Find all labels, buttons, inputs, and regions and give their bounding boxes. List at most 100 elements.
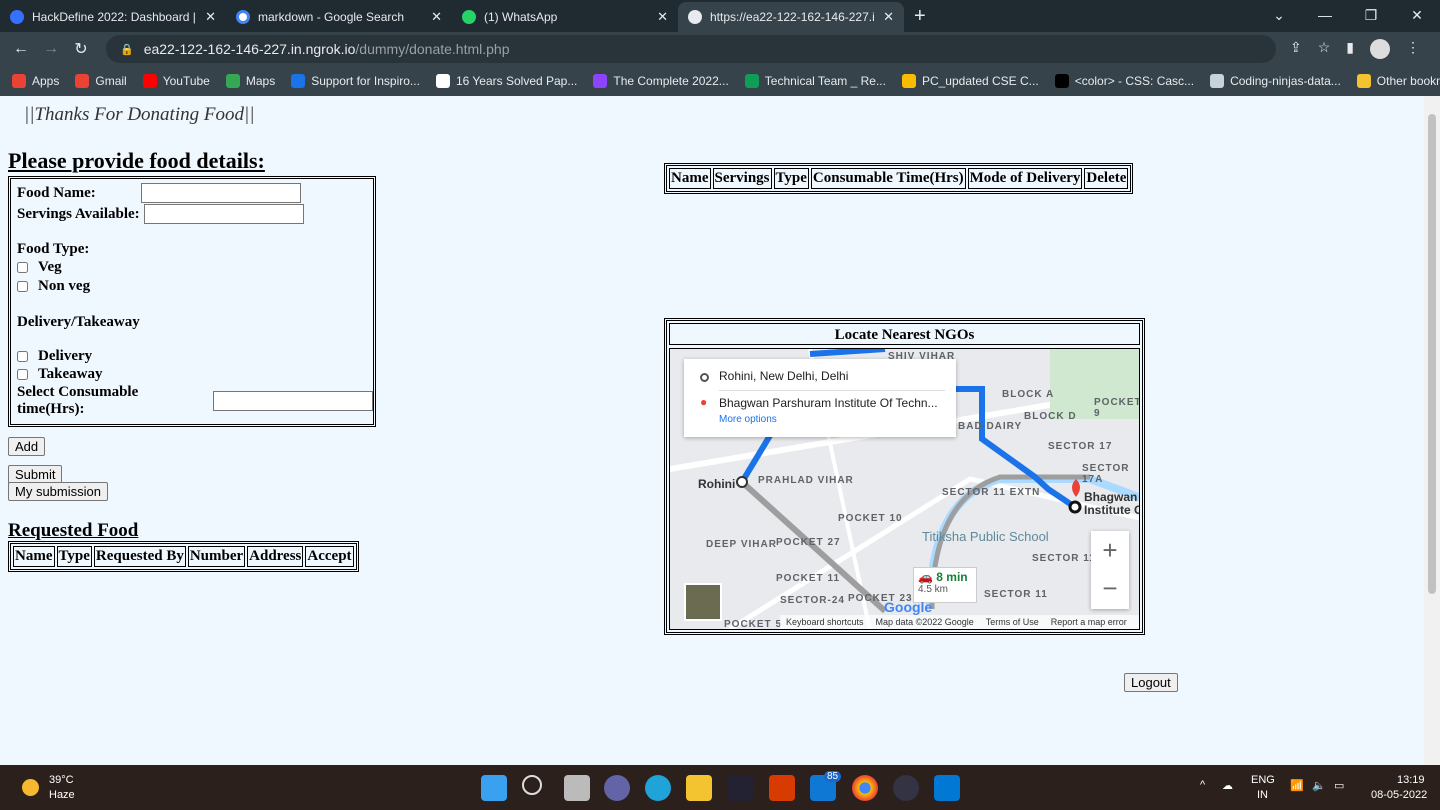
office-icon[interactable]	[769, 775, 795, 801]
tab-whatsapp[interactable]: (1) WhatsApp ✕	[452, 2, 678, 32]
more-options-link[interactable]: More options	[719, 414, 777, 425]
tab-google-search[interactable]: markdown - Google Search ✕	[226, 2, 452, 32]
bookmark-icon	[435, 74, 450, 88]
battery-icon[interactable]: ▭	[1334, 779, 1344, 792]
clock-date[interactable]: 08-05-2022	[1371, 789, 1427, 801]
bookmark-item[interactable]: YouTube	[142, 74, 210, 88]
tray-chevron-icon[interactable]: ^	[1200, 779, 1205, 791]
tab-search-icon[interactable]: ⌄	[1256, 0, 1302, 30]
takeaway-checkbox[interactable]	[17, 369, 28, 380]
tab-donate[interactable]: https://ea22-122-162-146-227.in ✕	[678, 2, 904, 32]
column-header: Delete	[1084, 168, 1129, 189]
chrome-icon[interactable]	[852, 775, 878, 801]
address-bar[interactable]: 🔒 ea22-122-162-146-227.in.ngrok.io/dummy/…	[106, 35, 1276, 63]
map-data-text: Map data ©2022 Google	[875, 617, 974, 627]
teams-icon[interactable]	[604, 775, 630, 801]
bookmark-item[interactable]: Apps	[12, 74, 59, 88]
tab-hackdefine[interactable]: HackDefine 2022: Dashboard | De ✕	[0, 2, 226, 32]
start-icon[interactable]	[481, 775, 507, 801]
bookmark-item[interactable]: The Complete 2022...	[593, 74, 729, 88]
bookmark-item[interactable]: Support for Inspiro...	[291, 74, 420, 88]
map-label: POCKET 10	[838, 513, 903, 524]
avatar[interactable]	[1370, 39, 1391, 59]
restore-button[interactable]: ❐	[1348, 0, 1394, 30]
bookmark-label: Support for Inspiro...	[311, 74, 420, 88]
terms-link[interactable]: Terms of Use	[986, 617, 1039, 627]
bookmark-item[interactable]: PC_updated CSE C...	[901, 74, 1039, 88]
consumable-label: Select Consumable time(Hrs):	[17, 384, 139, 417]
volume-icon[interactable]: 🔈	[1312, 779, 1326, 792]
tab-title: HackDefine 2022: Dashboard | De	[32, 10, 198, 24]
google-map[interactable]: SHIV VIHAR PRAHLAD VIHAR POCKET 10 DEEP …	[669, 348, 1140, 630]
bookmark-item[interactable]: Coding-ninjas-data...	[1210, 74, 1341, 88]
wifi-icon[interactable]: 📶	[1290, 779, 1304, 792]
food-form: Food Name: Servings Available: Food Type…	[8, 176, 376, 427]
map-label: POCKET 11	[776, 573, 841, 584]
scrollbar-thumb[interactable]	[1428, 114, 1436, 594]
file-explorer-icon[interactable]	[686, 775, 712, 801]
bookmark-item[interactable]: 16 Years Solved Pap...	[435, 74, 577, 88]
nonveg-checkbox[interactable]	[17, 281, 28, 292]
map-label: BLOCK D	[1024, 411, 1077, 422]
close-icon[interactable]: ✕	[205, 9, 216, 25]
consumable-input[interactable]	[213, 391, 373, 411]
zoom-in-button[interactable]: +	[1091, 531, 1129, 570]
column-header: Type	[56, 546, 92, 567]
share-icon[interactable]: ⇪	[1290, 39, 1302, 59]
zoom-out-button[interactable]: −	[1091, 570, 1129, 609]
column-header: Servings	[712, 168, 772, 189]
search-icon[interactable]	[522, 775, 542, 795]
bookmark-item[interactable]: Gmail	[75, 74, 127, 88]
other-bookmarks[interactable]: Other bookmarks	[1356, 74, 1440, 88]
menu-icon[interactable]: ⋮	[1406, 39, 1420, 59]
close-icon[interactable]: ✕	[431, 9, 442, 25]
mysql-icon[interactable]	[728, 775, 754, 801]
reload-icon[interactable]: ↻	[66, 39, 96, 59]
sidepanel-icon[interactable]: ▮	[1346, 39, 1354, 59]
cloud-icon[interactable]: ☁	[1222, 779, 1233, 792]
new-tab-button[interactable]: +	[914, 5, 926, 28]
browser-toolbar: ← → ↻ 🔒 ea22-122-162-146-227.in.ngrok.io/…	[0, 32, 1440, 66]
whatsapp-icon	[462, 10, 476, 24]
map-footer: Keyboard shortcuts Map data ©2022 Google…	[780, 615, 1139, 629]
column-header: Accept	[305, 546, 354, 567]
scrollbar[interactable]	[1424, 96, 1440, 765]
close-icon[interactable]: ✕	[657, 9, 668, 25]
logout-button[interactable]: Logout	[1124, 673, 1178, 692]
map-label: POCKET 5	[724, 619, 783, 630]
minimize-button[interactable]: —	[1302, 0, 1348, 30]
satellite-toggle[interactable]	[684, 583, 722, 621]
close-icon[interactable]: ✕	[883, 9, 894, 25]
my-submission-button[interactable]: My submission	[8, 482, 108, 501]
star-icon[interactable]: ☆	[1318, 39, 1331, 59]
servings-input[interactable]	[143, 204, 304, 224]
bookmark-item[interactable]: Technical Team _ Re...	[744, 74, 886, 88]
google-logo: Google	[884, 599, 933, 615]
keyboard-shortcuts-link[interactable]: Keyboard shortcuts	[786, 617, 864, 627]
map-label: POCKET 27	[776, 537, 841, 548]
task-view-icon[interactable]	[564, 775, 590, 801]
edge-icon[interactable]	[645, 775, 671, 801]
bookmark-icon	[744, 74, 759, 88]
report-error-link[interactable]: Report a map error	[1051, 617, 1127, 627]
bookmark-label: The Complete 2022...	[613, 74, 729, 88]
food-name-input[interactable]	[141, 183, 301, 203]
back-icon[interactable]: ←	[6, 40, 36, 58]
map-label: SECTOR 11 EXTN	[942, 487, 1041, 498]
vscode-icon[interactable]	[934, 775, 960, 801]
eta-box[interactable]: 🚗 8 min 4.5 km	[913, 567, 977, 603]
app-icon[interactable]	[893, 775, 919, 801]
bookmark-item[interactable]: Maps	[225, 74, 275, 88]
delivery-checkbox[interactable]	[17, 351, 28, 362]
language-region[interactable]: IN	[1257, 789, 1268, 801]
clock-time[interactable]: 13:19	[1397, 774, 1425, 786]
forward-icon[interactable]: →	[36, 40, 66, 58]
bookmark-item[interactable]: <color> - CSS: Casc...	[1054, 74, 1194, 88]
taskbar: 39°C Haze 85 ^ ☁ ENG IN 📶 🔈 ▭ 13:19 08-0…	[0, 765, 1440, 810]
veg-checkbox[interactable]	[17, 262, 28, 273]
column-header: Number	[187, 546, 246, 567]
close-window-button[interactable]: ✕	[1394, 0, 1440, 30]
language[interactable]: ENG	[1251, 774, 1275, 786]
column-header: Address	[247, 546, 304, 567]
add-button[interactable]: Add	[8, 437, 46, 456]
